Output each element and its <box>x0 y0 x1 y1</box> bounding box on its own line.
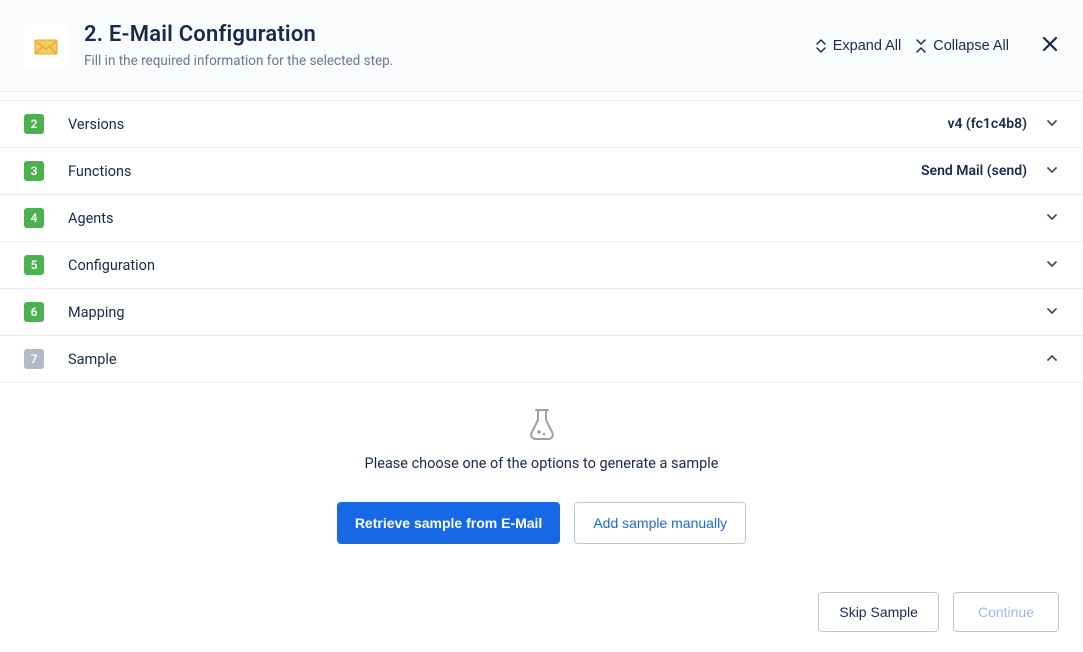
step-number: 7 <box>24 349 44 369</box>
sample-panel: Please choose one of the options to gene… <box>0 383 1083 584</box>
page-subtitle: Fill in the required information for the… <box>84 53 815 69</box>
email-icon <box>24 24 68 68</box>
chevron-down-icon <box>1045 256 1059 275</box>
section-value: Send Mail (send) <box>921 163 1027 179</box>
sample-prompt-text: Please choose one of the options to gene… <box>24 455 1059 472</box>
sample-buttons: Retrieve sample from E-Mail Add sample m… <box>24 502 1059 544</box>
config-header: 2. E-Mail Configuration Fill in the requ… <box>0 0 1083 92</box>
footer-actions: Skip Sample Continue <box>0 584 1083 652</box>
section-label: Mapping <box>68 304 1027 321</box>
chevron-down-icon <box>1045 303 1059 322</box>
header-actions: Expand All Collapse All <box>815 35 1059 56</box>
add-sample-button[interactable]: Add sample manually <box>574 502 746 544</box>
collapse-all-label: Collapse All <box>933 38 1009 54</box>
flask-icon <box>527 407 557 441</box>
section-label: Configuration <box>68 257 1027 274</box>
continue-button[interactable]: Continue <box>953 592 1059 632</box>
page-title: 2. E-Mail Configuration <box>84 22 815 47</box>
expand-all-label: Expand All <box>833 38 902 54</box>
collapse-all-button[interactable]: Collapse All <box>915 38 1009 54</box>
collapse-icon <box>915 39 927 53</box>
expand-all-button[interactable]: Expand All <box>815 38 902 54</box>
section-row-sample[interactable]: 7 Sample <box>0 336 1083 383</box>
step-number: 5 <box>24 255 44 275</box>
chevron-down-icon <box>1045 209 1059 228</box>
section-row-versions[interactable]: 2 Versions v4 (fc1c4b8) <box>0 100 1083 148</box>
close-button[interactable] <box>1041 35 1059 56</box>
section-label: Versions <box>68 116 947 133</box>
section-row-functions[interactable]: 3 Functions Send Mail (send) <box>0 148 1083 195</box>
section-label: Agents <box>68 210 1027 227</box>
step-number: 3 <box>24 161 44 181</box>
chevron-up-icon <box>1045 350 1059 369</box>
section-row-mapping[interactable]: 6 Mapping <box>0 289 1083 336</box>
section-row-agents[interactable]: 4 Agents <box>0 195 1083 242</box>
section-value: v4 (fc1c4b8) <box>947 116 1027 132</box>
chevron-down-icon <box>1045 162 1059 181</box>
step-number: 4 <box>24 208 44 228</box>
step-number: 2 <box>24 114 44 134</box>
section-label: Sample <box>68 351 1027 368</box>
close-icon <box>1041 35 1059 53</box>
section-label: Functions <box>68 163 921 180</box>
header-text: 2. E-Mail Configuration Fill in the requ… <box>84 22 815 69</box>
retrieve-sample-button[interactable]: Retrieve sample from E-Mail <box>337 502 561 544</box>
expand-icon <box>815 39 827 53</box>
section-list: 2 Versions v4 (fc1c4b8) 3 Functions Send… <box>0 100 1083 383</box>
section-row-configuration[interactable]: 5 Configuration <box>0 242 1083 289</box>
skip-sample-button[interactable]: Skip Sample <box>818 592 939 632</box>
chevron-down-icon <box>1045 115 1059 134</box>
step-number: 6 <box>24 302 44 322</box>
